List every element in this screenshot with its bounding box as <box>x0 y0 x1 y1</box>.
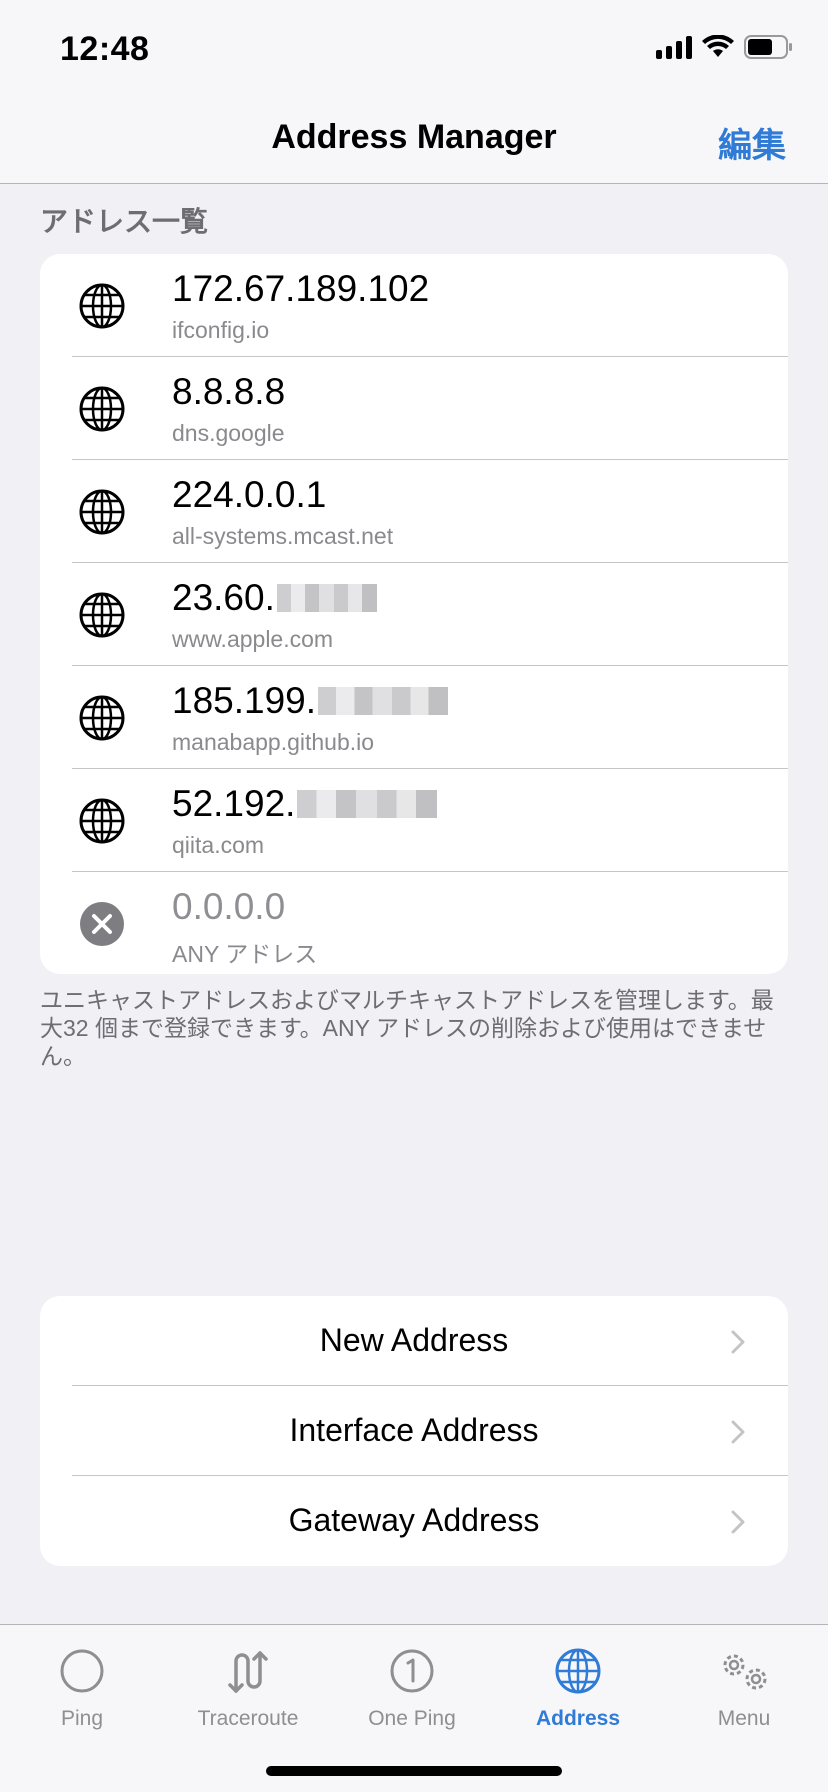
page-title: Address Manager <box>271 118 557 156</box>
address-row[interactable]: 52.192. qiita.com <box>40 769 788 872</box>
tab-label: Address <box>535 1707 621 1730</box>
globe-icon <box>79 798 125 844</box>
address-list: 172.67.189.102 ifconfig.io 8.8.8.8 dns.g… <box>40 254 788 974</box>
address-ip: 185.199. <box>172 680 449 722</box>
x-circle-icon <box>80 902 124 946</box>
address-row[interactable]: 8.8.8.8 dns.google <box>40 357 788 460</box>
address-row[interactable]: 185.199. manabapp.github.io <box>40 666 788 769</box>
address-host: dns.google <box>172 420 285 446</box>
address-ip: 8.8.8.8 <box>172 371 286 412</box>
navigation-bar: Address Manager 編集 <box>0 100 828 184</box>
tab-label: Ping <box>60 1707 104 1730</box>
globe-icon <box>555 1648 601 1694</box>
address-host: www.apple.com <box>172 626 334 652</box>
address-host: manabapp.github.io <box>172 729 375 755</box>
address-ip: 23.60. <box>172 577 377 619</box>
address-host: all-systems.mcast.net <box>172 523 394 549</box>
globe-icon <box>79 695 125 741</box>
footer-note: ユニキャストアドレスおよびマルチキャストアドレスを管理します。最大32 個まで登… <box>40 987 774 1069</box>
tab-one-ping[interactable]: One Ping <box>342 1647 482 1731</box>
circle-icon <box>60 1649 104 1693</box>
address-ip: 52.192. <box>172 783 438 825</box>
tab-menu[interactable]: Menu <box>674 1647 814 1731</box>
address-row[interactable]: 172.67.189.102 ifconfig.io <box>40 254 788 357</box>
gateway-address-button[interactable]: Gateway Address <box>40 1476 788 1566</box>
home-indicator <box>266 1766 562 1776</box>
address-row-any[interactable]: 0.0.0.0 ANY アドレス <box>40 872 788 974</box>
tab-label: Menu <box>717 1707 771 1730</box>
redacted-blur <box>318 687 449 715</box>
address-row[interactable]: 23.60. www.apple.com <box>40 563 788 666</box>
tab-address[interactable]: Address <box>508 1647 648 1731</box>
chevron-right-icon <box>731 1420 745 1444</box>
chevron-right-icon <box>731 1510 745 1534</box>
battery-icon <box>744 34 794 60</box>
tab-label: Traceroute <box>197 1707 299 1730</box>
cellular-signal-icon <box>656 35 692 59</box>
tab-label: One Ping <box>368 1707 456 1730</box>
section-header: アドレス一覧 <box>40 206 209 237</box>
globe-icon <box>79 489 125 535</box>
status-time: 12:48 <box>60 30 150 68</box>
address-row[interactable]: 224.0.0.1 all-systems.mcast.net <box>40 460 788 563</box>
address-ip: 224.0.0.1 <box>172 474 327 515</box>
redacted-blur <box>276 584 377 612</box>
address-ip: 172.67.189.102 <box>172 268 430 309</box>
gears-icon <box>723 1654 767 1690</box>
globe-icon <box>79 386 125 432</box>
globe-icon <box>79 283 125 329</box>
edit-button[interactable]: 編集 <box>718 118 786 167</box>
globe-icon <box>79 592 125 638</box>
tab-traceroute[interactable]: Traceroute <box>178 1647 318 1731</box>
address-ip: 0.0.0.0 <box>172 886 286 927</box>
action-list: New Address Interface Address Gateway Ad… <box>40 1296 788 1566</box>
action-label: Interface Address <box>289 1412 539 1448</box>
action-label: New Address <box>319 1322 509 1358</box>
status-bar: 12:48 <box>0 0 828 100</box>
redacted-blur <box>297 790 438 818</box>
status-icons <box>656 34 794 60</box>
address-host: ANY アドレス <box>172 941 318 967</box>
wifi-icon <box>702 35 734 59</box>
interface-address-button[interactable]: Interface Address <box>40 1386 788 1476</box>
tab-ping[interactable]: Ping <box>12 1647 152 1731</box>
action-label: Gateway Address <box>288 1502 540 1538</box>
address-host: ifconfig.io <box>172 317 270 343</box>
screen: 12:48 Address Manager 編集 アドレス一覧 172.67.1… <box>0 0 828 1792</box>
one-circle-icon <box>390 1649 434 1693</box>
address-host: qiita.com <box>172 832 265 858</box>
new-address-button[interactable]: New Address <box>40 1296 788 1386</box>
traceroute-icon <box>228 1651 268 1693</box>
chevron-right-icon <box>731 1330 745 1354</box>
